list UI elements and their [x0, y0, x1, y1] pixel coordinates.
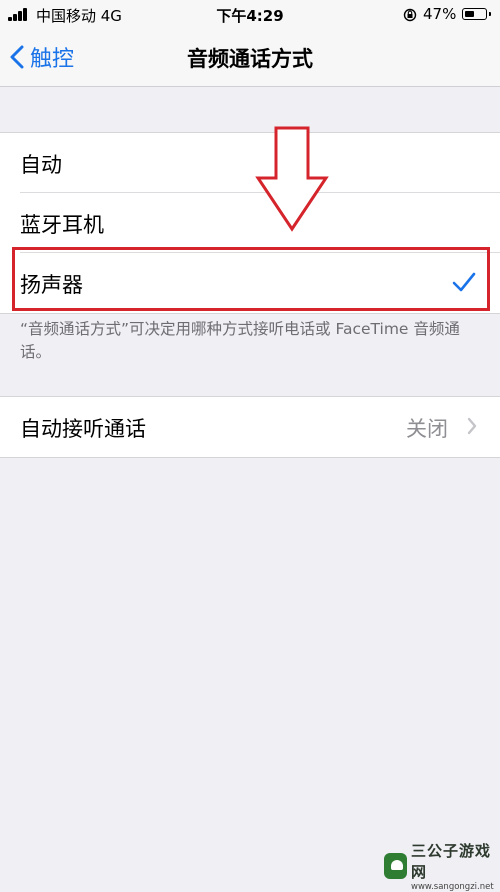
down-arrow-annotation	[255, 126, 329, 232]
auto-answer-row[interactable]: 自动接听通话 关闭	[0, 397, 500, 457]
option-bluetooth-headset[interactable]: 蓝牙耳机	[0, 193, 500, 253]
chevron-right-icon	[467, 417, 477, 435]
option-auto[interactable]: 自动	[0, 133, 500, 193]
auto-answer-label: 自动接听通话	[20, 417, 146, 441]
option-label: 自动	[20, 153, 62, 177]
option-speaker[interactable]: 扬声器	[0, 253, 500, 313]
orientation-lock-icon	[403, 8, 417, 22]
android-logo-icon	[384, 853, 408, 879]
audio-route-options: 自动 蓝牙耳机 扬声器	[0, 132, 500, 314]
watermark-url: www.sangongzi.net	[411, 882, 494, 892]
checkmark-icon	[452, 272, 476, 292]
section-footer-note: “音频通话方式”可决定用哪种方式接听电话或 FaceTime 音频通话。	[20, 320, 460, 361]
battery-icon	[462, 8, 491, 20]
page-title: 音频通话方式	[187, 47, 313, 71]
navigation-bar: 触控 音频通话方式	[0, 30, 500, 87]
auto-answer-value: 关闭	[406, 417, 448, 441]
option-label: 扬声器	[20, 273, 83, 297]
watermark-title: 三公子游戏网	[411, 842, 492, 881]
auto-answer-group: 自动接听通话 关闭	[0, 396, 500, 458]
option-label: 蓝牙耳机	[20, 213, 104, 237]
status-bar: 中国移动 4G 下午4:29 47%	[0, 0, 500, 30]
battery-percentage: 47%	[423, 5, 457, 23]
watermark-logo: 三公子游戏网 www.sangongzi.net	[384, 842, 496, 892]
